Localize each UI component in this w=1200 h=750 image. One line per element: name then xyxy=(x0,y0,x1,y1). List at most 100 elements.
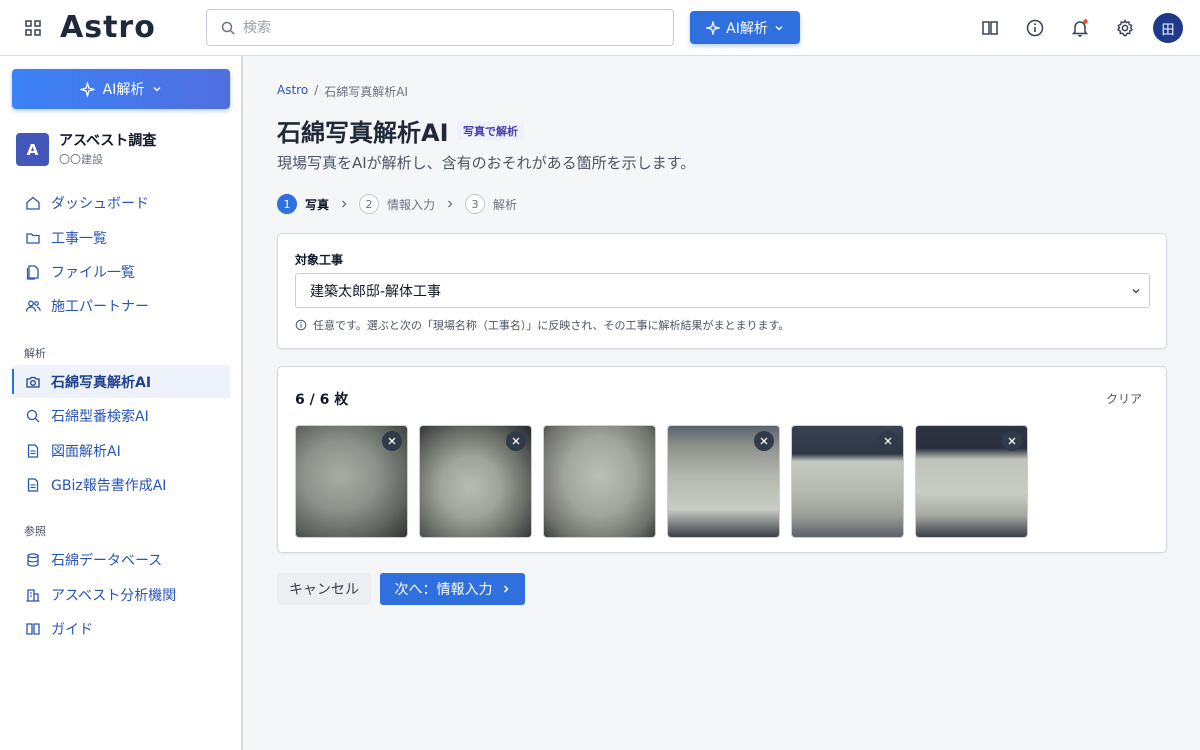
stepper: 1 写真 2 情報入力 3 解析 xyxy=(277,194,517,214)
photo-thumbnail[interactable] xyxy=(295,425,408,538)
user-avatar[interactable]: 田 xyxy=(1153,13,1183,43)
bell-icon[interactable] xyxy=(1070,18,1090,38)
sidebar-item-model-search-ai[interactable]: 石綿型番検索AI xyxy=(12,399,230,432)
step-info: 2 情報入力 xyxy=(359,194,435,214)
photo-thumbnail[interactable] xyxy=(791,425,904,538)
chevron-down-icon xyxy=(775,25,783,30)
step-label: 情報入力 xyxy=(387,197,436,212)
step-photo: 1 写真 xyxy=(277,194,329,214)
ai-analysis-label: AI解析 xyxy=(726,20,768,37)
sidebar-item-gbiz-report-ai[interactable]: GBiz報告書作成AI xyxy=(12,468,230,501)
project-select-value: 建築太郎邸-解体工事 xyxy=(310,283,442,300)
sidebar-item-label: 石綿型番検索AI xyxy=(51,408,149,425)
sidebar-item-label: 図面解析AI xyxy=(51,443,121,460)
sidebar-item-label: 施工パートナー xyxy=(51,298,149,315)
sidebar-item-label: アスベスト分析機関 xyxy=(51,587,177,604)
breadcrumb-current: 石綿写真解析AI xyxy=(324,85,408,99)
chevron-right-icon xyxy=(445,199,455,209)
photo-thumbnails xyxy=(295,425,1028,538)
sidebar-item-guide[interactable]: ガイド xyxy=(12,612,230,645)
photos-card: 6 / 6 枚 クリア xyxy=(277,366,1167,553)
folder-icon xyxy=(26,232,40,244)
remove-photo-button[interactable] xyxy=(506,431,526,451)
breadcrumb-astro[interactable]: Astro xyxy=(277,83,308,100)
sidebar: AI解析 A アスベスト調査 〇〇建設 ダッシュボード 工事一覧 ファイル一覧 … xyxy=(0,56,243,750)
org-switcher[interactable]: A アスベスト調査 〇〇建設 xyxy=(16,133,226,169)
photo-thumbnail[interactable] xyxy=(543,425,656,538)
step-label: 解析 xyxy=(493,197,518,212)
search-box[interactable] xyxy=(206,9,674,46)
project-field-label: 対象工事 xyxy=(295,253,344,267)
org-name: アスベスト調査 xyxy=(59,133,157,149)
sidebar-item-label: ファイル一覧 xyxy=(51,264,135,281)
project-select[interactable]: 建築太郎邸-解体工事 xyxy=(295,273,1150,308)
step-number: 1 xyxy=(277,194,297,214)
apps-grid-icon[interactable] xyxy=(24,19,42,37)
remove-photo-button[interactable] xyxy=(382,431,402,451)
app-logo[interactable]: Astro xyxy=(60,9,156,45)
chevron-right-icon xyxy=(503,585,509,593)
sidebar-item-projects[interactable]: 工事一覧 xyxy=(12,221,230,254)
chevron-right-icon xyxy=(339,199,349,209)
sidebar-item-asbestos-database[interactable]: 石綿データベース xyxy=(12,543,230,576)
document-icon xyxy=(27,443,39,458)
sparkle-icon xyxy=(706,20,721,35)
photo-thumbnail[interactable] xyxy=(419,425,532,538)
step-number: 2 xyxy=(359,194,380,214)
org-sub: 〇〇建設 xyxy=(59,153,103,166)
breadcrumb: Astro / 石綿写真解析AI xyxy=(277,83,408,100)
sidebar-item-partners[interactable]: 施工パートナー xyxy=(12,289,230,322)
next-button[interactable]: 次へ：情報入力 xyxy=(380,573,525,605)
photo-thumbnail[interactable] xyxy=(915,425,1028,538)
sidebar-item-photo-ai[interactable]: 石綿写真解析AI xyxy=(12,365,230,398)
help-text: 任意です。選ぶと次の「現場名称（工事名）」に反映され、その工事に解析結果がまとま… xyxy=(313,319,790,332)
search-icon xyxy=(221,21,235,35)
logo-text: Astro xyxy=(60,9,156,45)
sidebar-item-drawing-ai[interactable]: 図面解析AI xyxy=(12,434,230,467)
photo-thumbnail[interactable] xyxy=(667,425,780,538)
search-input[interactable] xyxy=(243,19,643,36)
title-tag: 写真で解析 xyxy=(457,121,524,140)
files-icon xyxy=(26,264,39,280)
cancel-button[interactable]: キャンセル xyxy=(277,573,371,605)
step-analysis: 3 解析 xyxy=(465,194,517,214)
close-icon xyxy=(760,437,768,445)
sidebar-item-label: GBiz報告書作成AI xyxy=(51,477,167,494)
page-description: 現場写真をAIが解析し、含有のおそれがある箇所を示します。 xyxy=(277,154,696,172)
search-icon xyxy=(26,409,40,422)
org-badge: A xyxy=(16,133,49,166)
document-icon xyxy=(27,477,39,492)
remove-photo-button[interactable] xyxy=(1002,431,1022,451)
sidebar-item-dashboard[interactable]: ダッシュボード xyxy=(12,186,230,219)
sparkle-icon xyxy=(79,81,95,97)
sidebar-ai-label: AI解析 xyxy=(102,82,145,98)
home-icon xyxy=(26,196,40,210)
clear-photos-button[interactable]: クリア xyxy=(1106,390,1142,407)
close-icon xyxy=(388,437,396,445)
ai-analysis-button[interactable]: AI解析 xyxy=(690,11,800,44)
gear-icon[interactable] xyxy=(1115,18,1135,38)
camera-icon xyxy=(26,376,40,388)
close-icon xyxy=(512,437,520,445)
sidebar-item-files[interactable]: ファイル一覧 xyxy=(12,255,230,288)
breadcrumb-separator: / xyxy=(314,83,319,97)
sidebar-item-label: 工事一覧 xyxy=(51,230,107,247)
step-label: 写真 xyxy=(305,197,330,212)
chevron-down-icon xyxy=(153,87,161,92)
sidebar-ai-analysis-button[interactable]: AI解析 xyxy=(12,69,230,109)
info-icon[interactable] xyxy=(1025,18,1045,38)
book-icon[interactable] xyxy=(980,18,1000,38)
top-header: Astro AI解析 田 xyxy=(0,0,1200,56)
remove-photo-button[interactable] xyxy=(754,431,774,451)
sidebar-item-analysis-labs[interactable]: アスベスト分析機関 xyxy=(12,578,230,611)
section-label-reference: 参照 xyxy=(24,525,46,538)
project-help-text: 任意です。選ぶと次の「現場名称（工事名）」に反映され、その工事に解析結果がまとま… xyxy=(295,317,789,333)
sidebar-item-label: 石綿写真解析AI xyxy=(51,374,152,391)
page-title: 石綿写真解析AI xyxy=(277,119,449,147)
section-label-analysis: 解析 xyxy=(24,347,46,360)
building-icon xyxy=(26,588,40,602)
remove-photo-button[interactable] xyxy=(878,431,898,451)
project-card: 対象工事 建築太郎邸-解体工事 任意です。選ぶと次の「現場名称（工事名）」に反映… xyxy=(277,233,1167,349)
photo-count: 6 / 6 枚 xyxy=(295,392,349,408)
book-icon xyxy=(26,622,40,635)
